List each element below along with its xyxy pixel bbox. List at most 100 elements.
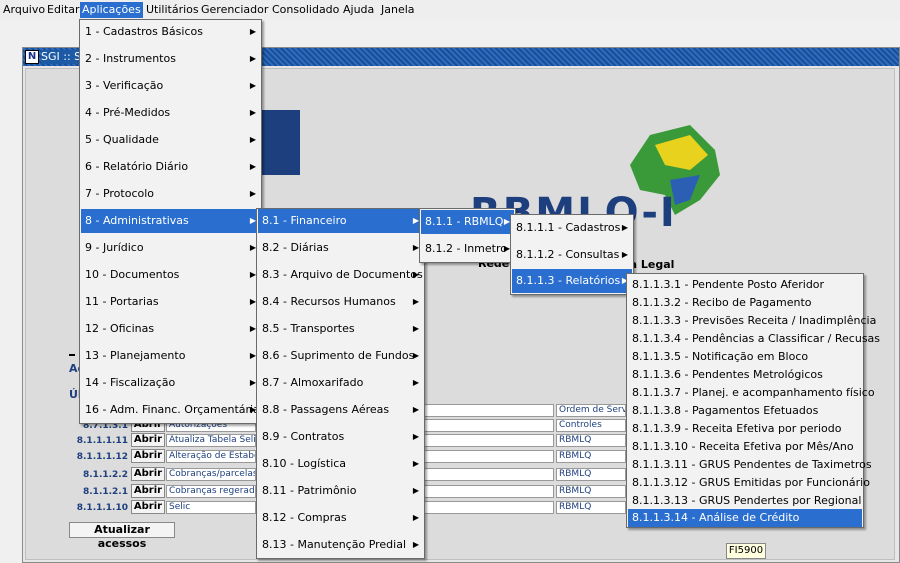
- menu-item-report[interactable]: 8.1.1.3.10 - Receita Efetiva por Mês/Ano: [628, 438, 862, 456]
- menu-item-label: 8.1.1.3.13 - GRUS Pendertes por Regional: [632, 494, 862, 507]
- module-field: RBMLQ: [556, 485, 626, 498]
- module-field: Ordem de Serv: [556, 404, 626, 417]
- menu-item-arquivo-documentos[interactable]: 8.3 - Arquivo de Documentos ▶: [258, 263, 423, 287]
- menu-item-report[interactable]: 8.1.1.3.12 - GRUS Emitidas por Funcionár…: [628, 474, 870, 492]
- menu-item-transportes[interactable]: 8.5 - Transportes ▶: [258, 317, 423, 341]
- menu-item-report[interactable]: 8.1.1.3.4 - Pendências a Classificar / R…: [628, 330, 880, 348]
- chevron-right-icon: ▶: [621, 223, 628, 232]
- menu-item-administrativas[interactable]: 8 - Administrativas ▶: [81, 209, 260, 233]
- menu-item-passagens-aereas[interactable]: 8.8 - Passagens Aéreas ▶: [258, 398, 423, 422]
- menu-item-qualidade[interactable]: 5 - Qualidade ▶: [81, 128, 260, 152]
- chevron-right-icon: ▶: [412, 486, 419, 495]
- menu-relatorios-submenu: 8.1.1.3.1 - Pendente Posto Aferidor 8.1.…: [626, 273, 880, 528]
- menu-item-contratos[interactable]: 8.9 - Contratos ▶: [258, 425, 423, 449]
- chevron-right-icon: ▶: [412, 297, 419, 306]
- menu-item-label: 16 - Adm. Financ. Orçamentária: [85, 403, 260, 416]
- menu-item-documentos[interactable]: 10 - Documentos ▶: [81, 263, 260, 287]
- menu-item-instrumentos[interactable]: 2 - Instrumentos ▶: [81, 47, 260, 71]
- menu-item-planejamento[interactable]: 13 - Planejamento ▶: [81, 344, 260, 368]
- menu-item-verificacao[interactable]: 3 - Verificação ▶: [81, 74, 260, 98]
- menu-item-protocolo[interactable]: 7 - Protocolo ▶: [81, 182, 260, 206]
- row-field: [424, 501, 554, 514]
- menu-item-fiscalizacao[interactable]: 14 - Fiscalização ▶: [81, 371, 260, 395]
- menu-item-logistica[interactable]: 8.10 - Logística ▶: [258, 452, 423, 476]
- menu-item-label: 8.1.2 - Inmetro: [425, 242, 507, 255]
- row-code: 8.1.1.1.11: [76, 436, 128, 446]
- chevron-right-icon: ▶: [412, 432, 419, 441]
- menu-item-rbmlq[interactable]: 8.1.1 - RBMLQ ▶: [421, 210, 514, 234]
- abrir-button[interactable]: Abrir: [131, 484, 165, 498]
- menu-item-label: 8.1.1.3.7 - Planej. e acompanhamento fís…: [632, 386, 875, 399]
- menu-item-label: 11 - Portarias: [85, 295, 159, 308]
- menu-item-report[interactable]: 8.1.1.3.1 - Pendente Posto Aferidor: [628, 276, 862, 294]
- menu-item-portarias[interactable]: 11 - Portarias ▶: [81, 290, 260, 314]
- row-field: [424, 450, 554, 463]
- menu-item-consultas[interactable]: 8.1.1.2 - Consultas ▶: [512, 243, 632, 267]
- menu-item-label: 8.1.1.3.2 - Recibo de Pagamento: [632, 296, 812, 309]
- menu-item-report[interactable]: 8.1.1.3.7 - Planej. e acompanhamento fís…: [628, 384, 875, 402]
- menu-editar[interactable]: Editar: [47, 3, 80, 17]
- menu-janela[interactable]: Janela: [381, 3, 415, 17]
- menu-item-compras[interactable]: 8.12 - Compras ▶: [258, 506, 423, 530]
- menu-item-report[interactable]: 8.1.1.3.9 - Receita Efetiva por periodo: [628, 420, 862, 438]
- menu-item-label: 8.1.1.2 - Consultas: [516, 248, 620, 261]
- menu-item-label: 8.1.1.3.1 - Pendente Posto Aferidor: [632, 278, 825, 291]
- menu-item-label: 8.3 - Arquivo de Documentos: [262, 268, 423, 281]
- menu-item-label: 14 - Fiscalização: [85, 376, 176, 389]
- abrir-button[interactable]: Abrir: [131, 433, 165, 447]
- menu-item-analise-credito[interactable]: 8.1.1.3.14 - Análise de Crédito: [628, 509, 862, 527]
- menu-item-almoxarifado[interactable]: 8.7 - Almoxarifado ▶: [258, 371, 423, 395]
- row-code: 8.1.1.2.2: [83, 470, 128, 480]
- menu-gerenciador[interactable]: Gerenciador: [201, 3, 268, 17]
- menu-item-label: 8.1.1.3.5 - Notificação em Bloco: [632, 350, 809, 363]
- menu-item-report[interactable]: 8.1.1.3.6 - Pendentes Metrológicos: [628, 366, 862, 384]
- menu-item-pre-medidos[interactable]: 4 - Pré-Medidos ▶: [81, 101, 260, 125]
- menu-item-label: 8.1.1.3.4 - Pendências a Classificar / R…: [632, 332, 881, 345]
- menu-item-report[interactable]: 8.1.1.3.3 - Previsões Receita / Inadimpl…: [628, 312, 876, 330]
- menu-item-cadastros-basicos[interactable]: 1 - Cadastros Básicos ▶: [81, 20, 260, 44]
- menu-item-label: 6 - Relatório Diário: [85, 160, 189, 173]
- menu-consolidado[interactable]: Consolidado: [272, 3, 339, 17]
- chevron-right-icon: ▶: [249, 27, 256, 36]
- menu-item-report[interactable]: 8.1.1.3.5 - Notificação em Bloco: [628, 348, 862, 366]
- abrir-button[interactable]: Abrir: [131, 467, 165, 481]
- menu-item-relatorio-diario[interactable]: 6 - Relatório Diário ▶: [81, 155, 260, 179]
- menu-item-report[interactable]: 8.1.1.3.2 - Recibo de Pagamento: [628, 294, 862, 312]
- chevron-right-icon: ▶: [249, 162, 256, 171]
- menu-item-recursos-humanos[interactable]: 8.4 - Recursos Humanos ▶: [258, 290, 423, 314]
- menu-aplicacoes[interactable]: Aplicações: [80, 2, 143, 18]
- chevron-right-icon: ▶: [249, 189, 256, 198]
- menu-item-label: 8 - Administrativas: [85, 214, 189, 227]
- menu-item-patrimonio[interactable]: 8.11 - Patrimônio ▶: [258, 479, 423, 503]
- menu-item-inmetro[interactable]: 8.1.2 - Inmetro ▶: [421, 237, 514, 261]
- menu-item-diarias[interactable]: 8.2 - Diárias ▶: [258, 236, 423, 260]
- menu-rbmlq-submenu: 8.1.1.1 - Cadastros ▶ 8.1.1.2 - Consultas…: [510, 214, 634, 295]
- menu-item-relatorios[interactable]: 8.1.1.3 - Relatórios ▶: [512, 269, 632, 293]
- menu-item-label: 10 - Documentos: [85, 268, 180, 281]
- menu-item-adm-financ-orcamentaria[interactable]: 16 - Adm. Financ. Orçamentária ▶: [81, 398, 260, 422]
- menu-item-juridico[interactable]: 9 - Jurídico ▶: [81, 236, 260, 260]
- menu-utilitarios[interactable]: Utilitários: [146, 3, 199, 17]
- menu-item-financeiro[interactable]: 8.1 - Financeiro ▶: [258, 209, 423, 233]
- menu-arquivo[interactable]: Arquivo: [3, 3, 45, 17]
- menu-item-suprimento-fundos[interactable]: 8.6 - Suprimento de Fundos ▶: [258, 344, 423, 368]
- menu-item-label: 7 - Protocolo: [85, 187, 155, 200]
- menu-item-report[interactable]: 8.1.1.3.11 - GRUS Pendentes de Taximetro…: [628, 456, 872, 474]
- menu-item-label: 3 - Verificação: [85, 79, 164, 92]
- menu-item-label: 8.1.1.3 - Relatórios: [516, 274, 621, 287]
- atualizar-acessos-button[interactable]: Atualizar acessos: [69, 522, 175, 550]
- menu-item-cadastros[interactable]: 8.1.1.1 - Cadastros ▶: [512, 216, 632, 240]
- menu-item-report[interactable]: 8.1.1.3.13 - GRUS Pendertes por Regional: [628, 492, 862, 510]
- row-field: [424, 485, 554, 498]
- module-field: Controles: [556, 419, 626, 432]
- chevron-right-icon: ▶: [412, 378, 419, 387]
- abrir-button[interactable]: Abrir: [131, 449, 165, 463]
- row-description: Cobranças/parcelas: [166, 468, 256, 481]
- menu-item-report[interactable]: 8.1.1.3.8 - Pagamentos Efetuados: [628, 402, 862, 420]
- menu-ajuda[interactable]: Ajuda: [343, 3, 374, 17]
- menu-item-oficinas[interactable]: 12 - Oficinas ▶: [81, 317, 260, 341]
- chevron-right-icon: ▶: [249, 135, 256, 144]
- abrir-button[interactable]: Abrir: [131, 500, 165, 514]
- chevron-right-icon: ▶: [249, 108, 256, 117]
- menu-item-manutencao-predial[interactable]: 8.13 - Manutenção Predial ▶: [258, 533, 423, 557]
